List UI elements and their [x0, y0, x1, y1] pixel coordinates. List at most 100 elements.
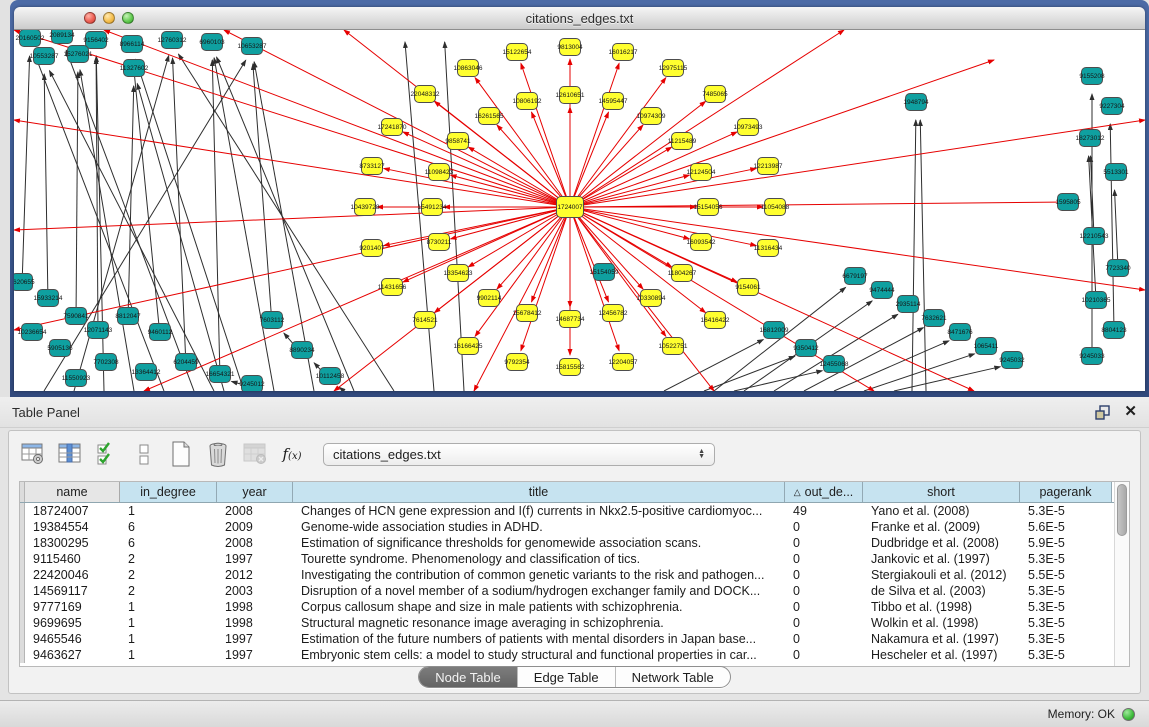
graph-node-teal[interactable]: 7590841 [63, 308, 89, 325]
graph-node-teal[interactable]: 13364412 [132, 364, 161, 381]
table-cell-name[interactable]: 19384554 [25, 519, 120, 535]
citation-edge-black[interactable] [178, 54, 394, 391]
graph-node-teal[interactable]: 2620655 [14, 274, 35, 291]
table-row[interactable]: 969969511998Structural magnetic resonanc… [20, 615, 1114, 631]
table-cell-pagerank[interactable]: 5.3E-5 [1020, 583, 1112, 599]
citation-edge-red[interactable] [570, 63, 619, 207]
table-mode-icon[interactable] [19, 440, 47, 468]
graph-node-teal[interactable]: 7702308 [93, 354, 119, 371]
citation-edge-black[interactable] [339, 387, 344, 391]
citation-edge-black[interactable] [49, 71, 214, 391]
column-header-pagerank[interactable]: pagerank [1020, 482, 1112, 502]
column-header-short[interactable]: short [863, 482, 1020, 502]
select-all-columns-icon[interactable] [93, 440, 121, 468]
graph-node-teal[interactable]: 9350412 [793, 340, 819, 357]
table-row[interactable]: 1938455462009Genome-wide association stu… [20, 519, 1114, 535]
unselect-all-columns-icon[interactable] [130, 440, 158, 468]
tab-network-table[interactable]: Network Table [615, 667, 730, 687]
delete-column-icon[interactable] [204, 440, 232, 468]
graph-node-yellow[interactable]: 11098423 [425, 164, 454, 181]
table-cell-pagerank[interactable]: 5.3E-5 [1020, 599, 1112, 615]
table-cell-short[interactable]: de Silva et al. (2003) [863, 583, 1020, 599]
citation-edge-red[interactable] [570, 120, 1145, 207]
graph-node-yellow[interactable]: 9813004 [557, 39, 583, 56]
graph-node-teal[interactable]: 16654321 [206, 366, 235, 383]
table-cell-pagerank[interactable]: 5.5E-5 [1020, 567, 1112, 583]
graph-node-teal[interactable]: 8812047 [115, 308, 141, 325]
table-cell-title[interactable]: Investigating the contribution of common… [293, 567, 785, 583]
citation-edge-black[interactable] [1115, 190, 1118, 268]
citation-edge-black[interactable] [920, 120, 926, 391]
table-cell-year[interactable]: 1998 [217, 599, 293, 615]
zoom-window-icon[interactable] [122, 12, 134, 24]
citation-edge-black[interactable] [133, 62, 160, 336]
citation-edge-red[interactable] [521, 207, 570, 351]
citation-edge-red[interactable] [497, 125, 570, 207]
table-cell-title[interactable]: Genome-wide association studies in ADHD. [293, 519, 785, 535]
citation-network-graph[interactable]: 1105408812213987109734937485065129751151… [14, 30, 1145, 391]
graph-node-yellow[interactable]: 15154056 [694, 199, 723, 216]
graph-node-yellow[interactable]: 9154061 [735, 279, 761, 296]
table-cell-short[interactable]: Nakamura et al. (1997) [863, 631, 1020, 647]
graph-node-yellow[interactable]: 15815562 [556, 359, 585, 376]
table-row[interactable]: 1830029562008Estimation of significance … [20, 535, 1114, 551]
graph-node-teal[interactable]: 2089134 [49, 30, 75, 44]
table-cell-year[interactable]: 1997 [217, 647, 293, 663]
table-row[interactable]: 946362711997Embryonic stem cells: a mode… [20, 647, 1114, 663]
table-cell-in_degree[interactable]: 1 [120, 647, 217, 663]
table-cell-in_degree[interactable]: 2 [120, 583, 217, 599]
table-cell-in_degree[interactable]: 1 [120, 599, 217, 615]
scrollbar-thumb[interactable] [1117, 484, 1127, 536]
graph-node-yellow[interactable]: 7614521 [412, 312, 438, 329]
table-cell-in_degree[interactable]: 2 [120, 551, 217, 567]
table-row[interactable]: 1872400712008Changes of HCN gene express… [20, 503, 1114, 519]
graph-node-teal[interactable]: 7723340 [1105, 260, 1131, 277]
graph-node-yellow[interactable]: 1724007 [557, 197, 584, 218]
graph-node-teal[interactable]: 8804123 [1101, 322, 1127, 339]
graph-node-yellow[interactable]: 16261565 [475, 108, 504, 125]
graph-node-yellow[interactable]: 15491234 [418, 199, 447, 216]
graph-node-teal[interactable]: 10112458 [316, 368, 345, 385]
table-cell-short[interactable]: Hescheler et al. (1997) [863, 647, 1020, 663]
graph-node-yellow[interactable]: 12124504 [687, 164, 716, 181]
graph-node-teal[interactable]: 5905136 [47, 340, 73, 357]
table-cell-short[interactable]: Dudbridge et al. (2008) [863, 535, 1020, 551]
graph-node-teal[interactable]: 1948794 [903, 94, 929, 111]
graph-node-yellow[interactable]: 10973493 [734, 119, 763, 136]
graph-node-teal[interactable]: 6960103 [199, 34, 225, 51]
citation-edge-red[interactable] [468, 147, 570, 207]
graph-node-yellow[interactable]: 13354623 [444, 265, 473, 282]
citation-edge-black[interactable] [253, 64, 272, 324]
table-cell-short[interactable]: Stergiakouli et al. (2012) [863, 567, 1020, 583]
graph-node-yellow[interactable]: 8730211 [427, 234, 452, 251]
graph-node-yellow[interactable]: 11804267 [668, 265, 697, 282]
graph-node-teal[interactable]: 7632621 [921, 310, 947, 327]
citation-edge-black[interactable] [44, 74, 48, 302]
graph-node-teal[interactable]: 7603112 [260, 312, 285, 329]
graph-node-teal[interactable]: 12210543 [1080, 228, 1109, 245]
graph-node-yellow[interactable]: 15678412 [513, 305, 542, 322]
citation-edge-black[interactable] [1110, 124, 1114, 330]
table-cell-in_degree[interactable]: 6 [120, 519, 217, 535]
memory-status-icon[interactable] [1122, 708, 1135, 721]
table-cell-title[interactable]: Disruption of a novel member of a sodium… [293, 583, 785, 599]
column-header-out_de[interactable]: △out_de... [785, 482, 863, 502]
graph-node-yellow[interactable]: 11054088 [761, 199, 790, 216]
graph-node-yellow[interactable]: 8733127 [359, 158, 385, 175]
table-cell-out_de[interactable]: 0 [785, 631, 863, 647]
table-cell-year[interactable]: 2003 [217, 583, 293, 599]
graph-node-teal[interactable]: 11327602 [120, 60, 149, 77]
graph-node-teal[interactable]: 9156402 [83, 32, 109, 49]
graph-node-yellow[interactable]: 12610651 [556, 87, 585, 104]
graph-node-teal[interactable]: 5513301 [1103, 164, 1129, 181]
table-cell-pagerank[interactable]: 5.9E-5 [1020, 535, 1112, 551]
graph-node-yellow[interactable]: 10330894 [637, 290, 666, 307]
citation-edge-black[interactable] [212, 60, 220, 378]
graph-node-teal[interactable]: 9460112 [148, 324, 173, 341]
graph-node-yellow[interactable]: 9201407 [359, 240, 385, 257]
graph-node-teal[interactable]: 9474444 [869, 282, 895, 299]
table-cell-out_de[interactable]: 0 [785, 519, 863, 535]
table-cell-title[interactable]: Corpus callosum shape and size in male p… [293, 599, 785, 615]
table-cell-out_de[interactable]: 0 [785, 583, 863, 599]
graph-node-teal[interactable]: 10210365 [1082, 292, 1111, 309]
